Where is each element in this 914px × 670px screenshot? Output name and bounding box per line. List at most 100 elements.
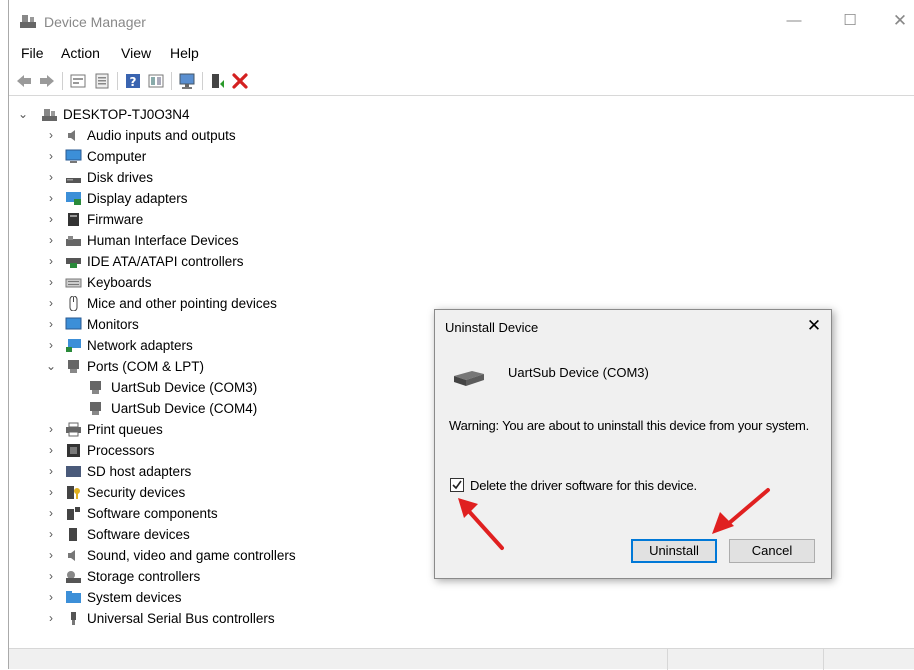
svg-text:?: ? [130,75,137,89]
chevron-down-icon[interactable]: ⌄ [17,104,29,125]
close-button[interactable]: ✕ [885,8,914,34]
chevron-right-icon[interactable]: › [45,314,57,335]
tree-item-software-devices[interactable]: › Software devices [41,524,301,545]
help-icon[interactable]: ? [124,72,142,90]
tree-subitem-com4[interactable]: UartSub Device (COM4) [65,398,305,419]
chevron-right-icon[interactable]: › [45,566,57,587]
software-component-icon [67,507,80,520]
chevron-right-icon[interactable]: › [45,125,57,146]
chevron-right-icon[interactable]: › [45,230,57,251]
status-bar [9,648,914,670]
checkmark-icon [452,480,462,490]
chevron-right-icon[interactable]: › [45,545,57,566]
chevron-right-icon[interactable]: › [45,461,57,482]
menu-view[interactable]: View [121,45,151,61]
chevron-right-icon[interactable]: › [45,209,57,230]
tree-item-label: Audio inputs and outputs [87,128,236,143]
chevron-down-icon[interactable]: ⌄ [45,356,57,377]
chevron-right-icon[interactable]: › [45,167,57,188]
chevron-right-icon[interactable]: › [45,524,57,545]
annotation-arrow-checkbox-icon [458,498,504,550]
update-driver-icon[interactable] [209,72,227,90]
tree-item-label: Mice and other pointing devices [87,296,277,311]
tree-item-hid[interactable]: › Human Interface Devices [41,230,301,251]
tree-subitem-label: UartSub Device (COM4) [111,401,258,416]
chevron-right-icon[interactable]: › [45,440,57,461]
maximize-button[interactable]: ☐ [835,8,865,34]
dialog-warning-text: Warning: You are about to uninstall this… [449,418,810,433]
view-icon[interactable] [147,72,165,90]
hid-icon [66,236,81,246]
chevron-right-icon[interactable]: › [45,419,57,440]
tree-item-label: IDE ATA/ATAPI controllers [87,254,244,269]
tree-item-label: System devices [87,590,182,605]
firmware-icon [68,213,79,226]
tree-root-label: DESKTOP-TJ0O3N4 [63,107,190,122]
tree-item-label: Universal Serial Bus controllers [87,611,275,626]
dialog-close-button[interactable]: ✕ [803,315,825,337]
tree-item-system-devices[interactable]: › System devices [41,587,301,608]
tree-item-ports[interactable]: ⌄ Ports (COM & LPT) [41,356,301,377]
printer-icon [66,422,81,437]
chevron-right-icon[interactable]: › [45,146,57,167]
tree-item-usb[interactable]: › Universal Serial Bus controllers [41,608,321,629]
chevron-right-icon[interactable]: › [45,293,57,314]
tree-item-network-adapters[interactable]: › Network adapters [41,335,301,356]
menu-action[interactable]: Action [61,45,100,61]
delete-driver-checkbox[interactable] [450,478,464,492]
uninstall-button[interactable]: Uninstall [631,539,717,563]
tree-item-security-devices[interactable]: › Security devices [41,482,301,503]
tree-item-display-adapters[interactable]: › Display adapters [41,188,301,209]
toolbar-separator [117,72,118,90]
tree-item-mice[interactable]: › Mice and other pointing devices [41,293,321,314]
chevron-right-icon[interactable]: › [45,272,57,293]
tree-item-keyboards[interactable]: › Keyboards [41,272,301,293]
tree-item-software-components[interactable]: › Software components [41,503,301,524]
tree-item-monitors[interactable]: › Monitors [41,314,301,335]
tree-item-computer[interactable]: › Computer [41,146,301,167]
toolbar: ? [9,66,914,96]
tree-item-storage-controllers[interactable]: › Storage controllers [41,566,301,587]
tree-item-ide[interactable]: › IDE ATA/ATAPI controllers [41,251,301,272]
system-devices-icon [66,591,81,603]
tree-item-label: Monitors [87,317,139,332]
delete-driver-label[interactable]: Delete the driver software for this devi… [470,478,697,493]
chevron-right-icon[interactable]: › [45,587,57,608]
minimize-button[interactable]: — [779,8,809,34]
serial-device-icon [454,371,484,386]
tree-item-disk-drives[interactable]: › Disk drives [41,167,301,188]
chevron-right-icon[interactable]: › [45,608,57,629]
tree-item-label: Display adapters [87,191,188,206]
sound-icon [68,550,75,561]
tree-item-sd-host-adapters[interactable]: › SD host adapters [41,461,301,482]
tree-item-processors[interactable]: › Processors [41,440,301,461]
security-icon [67,486,80,499]
menu-help[interactable]: Help [170,45,199,61]
chevron-right-icon[interactable]: › [45,251,57,272]
computer-icon [65,149,82,163]
uninstall-device-icon[interactable] [231,72,249,90]
chevron-right-icon[interactable]: › [45,188,57,209]
menu-file[interactable]: File [21,45,44,61]
chevron-right-icon[interactable]: › [45,503,57,524]
status-divider [823,649,824,670]
network-adapter-icon [66,339,81,352]
cancel-button[interactable]: Cancel [729,539,815,563]
back-icon[interactable] [15,72,33,90]
keyboard-icon [65,278,82,288]
tree-item-label: Network adapters [87,338,193,353]
forward-icon[interactable] [38,72,56,90]
tree-item-label: Storage controllers [87,569,201,584]
tree-root[interactable]: ⌄ DESKTOP-TJ0O3N4 [17,104,217,125]
show-hide-icon[interactable] [93,72,111,90]
tree-subitem-com3[interactable]: UartSub Device (COM3) [65,377,305,398]
properties-icon[interactable] [69,72,87,90]
scan-hardware-icon[interactable] [178,72,196,90]
chevron-right-icon[interactable]: › [45,482,57,503]
computer-root-icon [42,109,57,121]
tree-item-print-queues[interactable]: › Print queues [41,419,301,440]
chevron-right-icon[interactable]: › [45,335,57,356]
tree-item-audio[interactable]: › Audio inputs and outputs [41,125,301,146]
tree-item-firmware[interactable]: › Firmware [41,209,301,230]
tree-item-sound-video[interactable]: › Sound, video and game controllers [41,545,341,566]
